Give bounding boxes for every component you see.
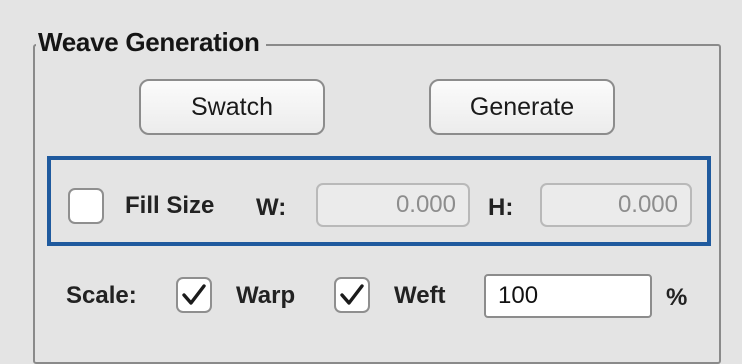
- weft-label: Weft: [394, 282, 446, 309]
- weave-generation-panel: Weave Generation Swatch Generate Fill Si…: [0, 0, 742, 364]
- group-title: Weave Generation: [36, 27, 266, 58]
- generate-button[interactable]: Generate: [429, 79, 615, 135]
- fill-size-checkbox[interactable]: [68, 188, 104, 224]
- checkmark-icon: [182, 284, 206, 305]
- height-field[interactable]: 0.000: [540, 183, 692, 227]
- width-label: W:: [256, 194, 287, 221]
- percent-unit-label: %: [666, 284, 688, 311]
- width-field[interactable]: 0.000: [316, 183, 470, 227]
- warp-label: Warp: [236, 282, 296, 309]
- height-label: H:: [488, 194, 514, 221]
- scale-percent-field[interactable]: 100: [484, 274, 652, 318]
- warp-checkbox[interactable]: [176, 277, 212, 313]
- swatch-button[interactable]: Swatch: [139, 79, 325, 135]
- weft-checkbox[interactable]: [334, 277, 370, 313]
- fill-size-label: Fill Size: [125, 192, 215, 219]
- scale-label: Scale:: [66, 282, 137, 309]
- checkmark-icon: [340, 284, 364, 305]
